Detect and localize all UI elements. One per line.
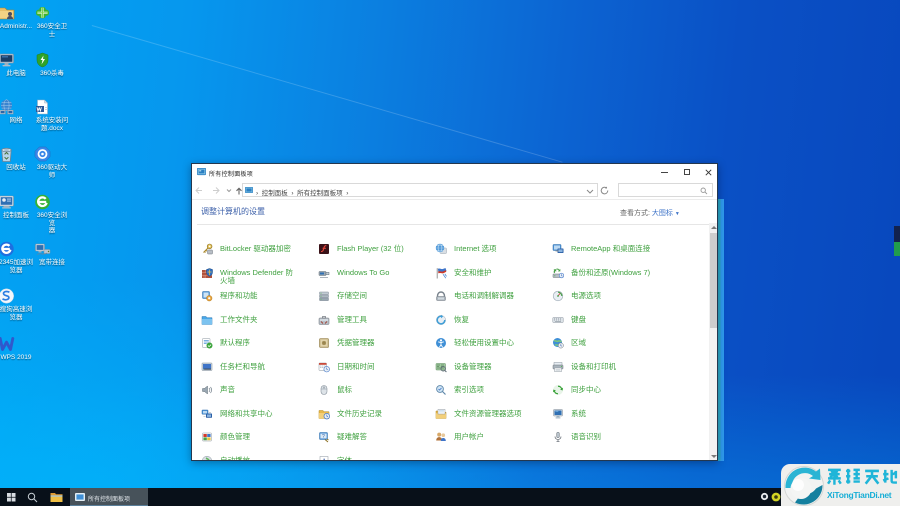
svg-text:A: A bbox=[322, 457, 327, 461]
svg-text:?: ? bbox=[322, 434, 325, 440]
